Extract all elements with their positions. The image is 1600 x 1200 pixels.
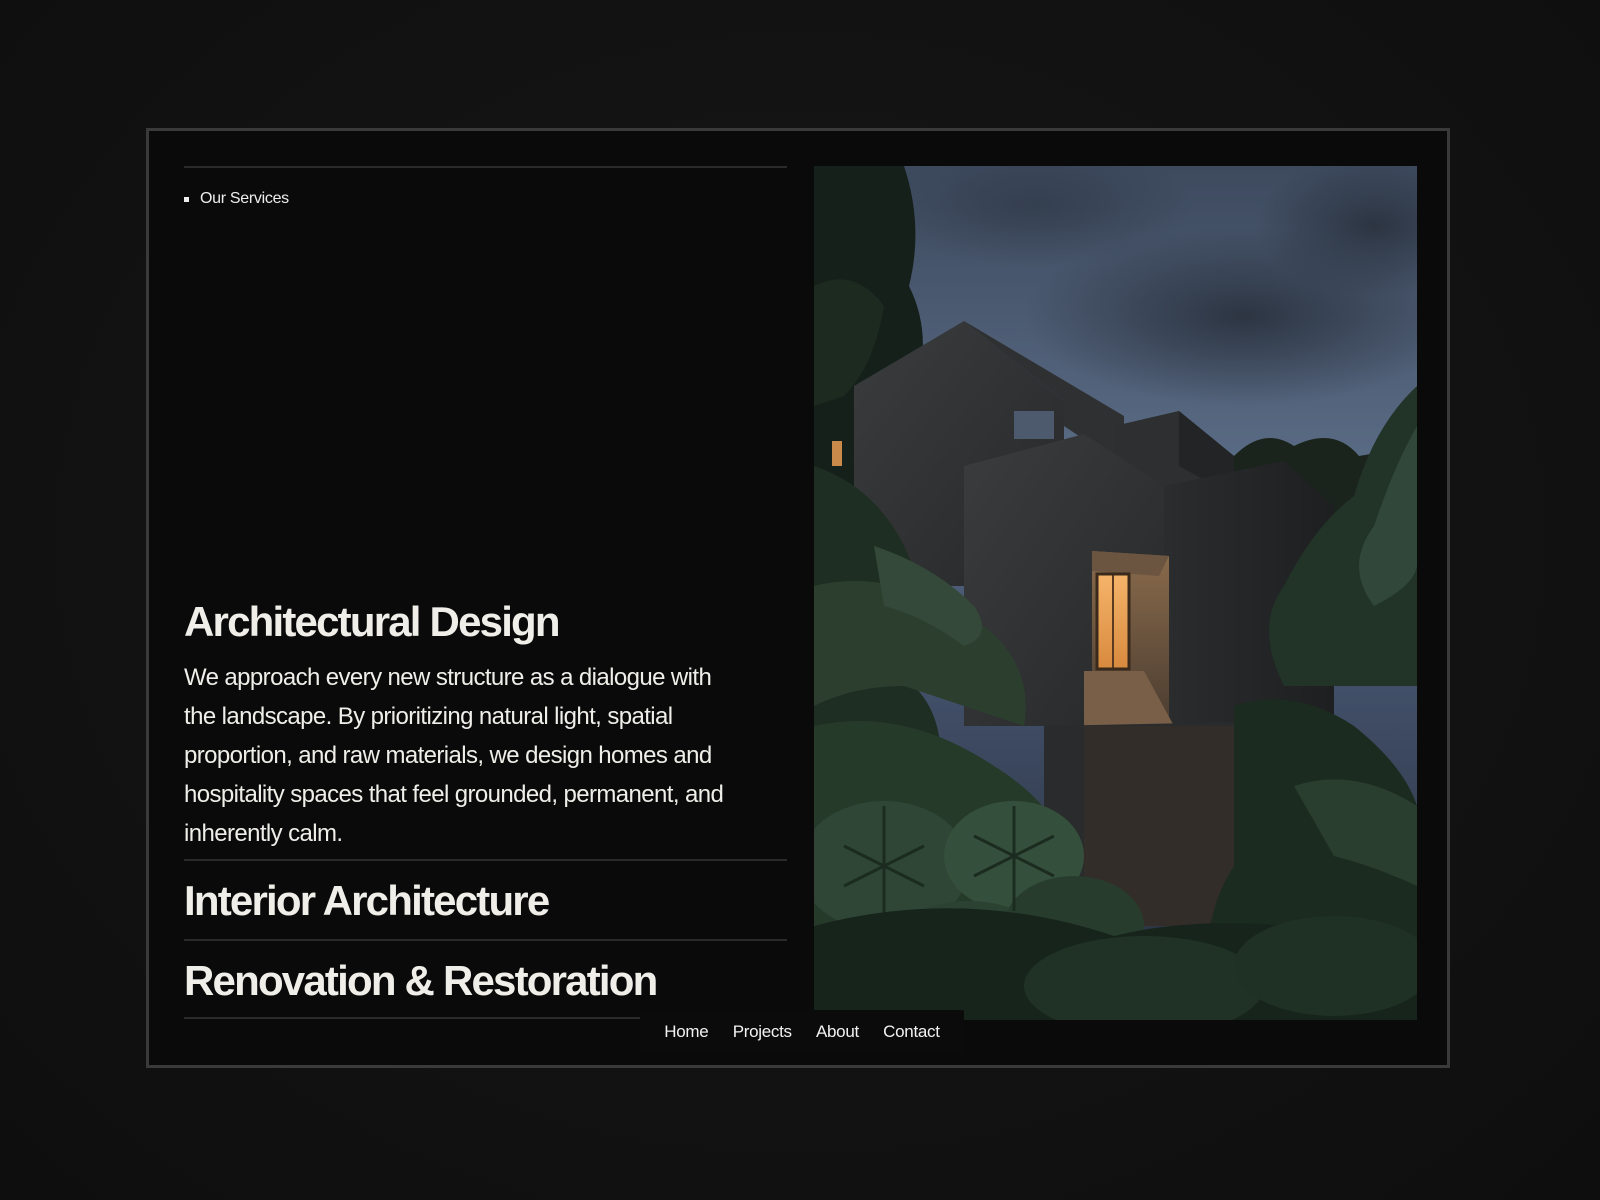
services-frame: Our Services Architectural Design We app…: [146, 128, 1450, 1068]
bottom-nav: Home Projects About Contact: [640, 1010, 964, 1054]
service-title: Architectural Design: [184, 598, 561, 645]
architecture-photo: [814, 166, 1417, 1020]
eyebrow-label: Our Services: [200, 190, 289, 207]
service-interior-architecture[interactable]: Interior Architecture: [184, 859, 787, 939]
top-divider: [184, 166, 787, 168]
service-architectural-design[interactable]: Architectural Design We approach every n…: [184, 596, 787, 853]
bullet-square-icon: [184, 196, 189, 202]
service-title: Interior Architecture: [184, 877, 550, 924]
service-description: We approach every new structure as a dia…: [184, 664, 724, 847]
services-column: Our Services Architectural Design We app…: [184, 166, 787, 1022]
nav-contact[interactable]: Contact: [883, 1022, 940, 1042]
nav-projects[interactable]: Projects: [733, 1022, 792, 1042]
service-title: Renovation & Restoration: [184, 957, 658, 1004]
service-renovation-restoration[interactable]: Renovation & Restoration: [184, 939, 787, 1019]
nav-about[interactable]: About: [816, 1022, 859, 1042]
section-eyebrow: Our Services: [184, 190, 289, 208]
page: Our Services Architectural Design We app…: [0, 0, 1600, 1200]
nav-home[interactable]: Home: [664, 1022, 708, 1042]
